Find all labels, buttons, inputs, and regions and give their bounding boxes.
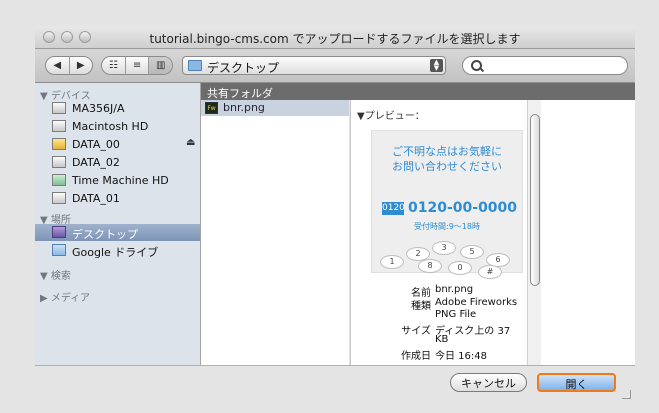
title-bar: tutorial.bingo-cms.com でアップロードするファイルを選択し… (35, 26, 635, 49)
sidebar-section-search[interactable]: ▼ 検索 (40, 267, 71, 282)
banner-text-line2: お問い合わせください (392, 160, 502, 173)
meta-key: 種類 (411, 301, 431, 312)
meta-key: サイズ (401, 326, 431, 337)
forward-arrow-icon: ▶ (76, 60, 85, 71)
banner-phone: 0120 0120-00-0000 (376, 200, 518, 217)
keypad-key: # (478, 265, 502, 279)
back-forward-control: ◀ ▶ (45, 56, 93, 75)
grid-icon: ☷ (108, 60, 118, 71)
search-field[interactable] (462, 56, 628, 75)
banner-phone-number: 0120-00-0000 (408, 200, 518, 216)
folder-icon (52, 244, 66, 256)
forward-button[interactable]: ▶ (70, 57, 93, 74)
sidebar-item-desktop[interactable]: デスクトップ (35, 224, 200, 241)
list-icon: ≡ (132, 60, 142, 71)
folder-icon (188, 60, 202, 71)
window-title: tutorial.bingo-cms.com でアップロードするファイルを選択し… (149, 32, 521, 46)
cancel-button[interactable]: キャンセル (450, 373, 527, 392)
sidebar-item-ma356j[interactable]: MA356J/A (35, 100, 200, 117)
browser-empty-area (541, 100, 635, 365)
sidebar: ▼ デバイス MA356J/A Macintosh HD DATA_00 ⏏ D… (35, 83, 201, 365)
resize-grip-icon[interactable] (622, 390, 631, 399)
sidebar-item-label: デスクトップ (72, 228, 138, 241)
preview-pane: ▼プレビュー： ご不明な点はお気軽に お問い合わせください 0120 0120-… (350, 100, 541, 365)
open-button[interactable]: 開く (537, 373, 616, 392)
search-icon (471, 60, 482, 71)
scrollbar-thumb[interactable] (530, 114, 540, 286)
drive-icon (52, 192, 66, 204)
file-open-dialog: tutorial.bingo-cms.com でアップロードするファイルを選択し… (0, 0, 659, 413)
icon-view-button[interactable]: ☷ (102, 57, 126, 74)
keypad-key: 1 (380, 255, 404, 269)
sidebar-item-data-00[interactable]: DATA_00 ⏏ (35, 136, 200, 153)
sidebar-item-time-machine-hd[interactable]: Time Machine HD (35, 172, 200, 189)
sidebar-item-label: Google ドライブ (72, 246, 159, 259)
file-column (201, 83, 349, 365)
preview-scrollbar[interactable] (527, 100, 541, 365)
file-name: bnr.png (223, 101, 265, 114)
sidebar-section-media[interactable]: ▶ メディア (40, 289, 90, 304)
preview-toggle[interactable]: ▼プレビュー： (357, 107, 425, 122)
sidebar-item-data-02[interactable]: DATA_02 (35, 154, 200, 171)
column-view-button[interactable]: ▥ (149, 57, 172, 74)
location-label: デスクトップ (207, 61, 280, 75)
drive-icon (52, 120, 66, 132)
freedial-icon: 0120 (382, 202, 405, 215)
keypad-illustration: 1 2 3 5 6 8 0 # (378, 239, 514, 279)
location-popup[interactable]: デスクトップ ▲ ▼ (182, 56, 446, 75)
toolbar: ◀ ▶ ☷ ≡ ▥ デスクトップ ▲ ▼ (35, 49, 635, 83)
keypad-key: 0 (448, 261, 472, 275)
drive-icon (52, 156, 66, 168)
meta-value: 今日 16:48 (435, 351, 487, 362)
sidebar-item-label: DATA_00 (72, 138, 120, 151)
meta-value: KB (435, 334, 449, 345)
banner-hours: 受付時間:9〜18時 (414, 222, 480, 231)
sidebar-item-label: Macintosh HD (72, 120, 149, 133)
view-mode-control: ☷ ≡ ▥ (101, 56, 173, 75)
dialog-footer: キャンセル 開く (35, 365, 635, 403)
column-header: 共有フォルダ (201, 83, 635, 100)
back-button[interactable]: ◀ (46, 57, 70, 74)
drive-icon (52, 102, 66, 114)
back-arrow-icon: ◀ (53, 60, 62, 71)
keypad-key: 8 (418, 259, 442, 273)
file-row-bnr-png[interactable]: Fw bnr.png (201, 100, 349, 116)
meta-value: Adobe Fireworks (435, 297, 518, 308)
sidebar-item-macintosh-hd[interactable]: Macintosh HD (35, 118, 200, 135)
meta-value: bnr.png (435, 284, 474, 295)
drive-icon (52, 138, 66, 150)
fireworks-file-icon: Fw (205, 102, 218, 114)
column-header-label: 共有フォルダ (207, 87, 273, 100)
list-view-button[interactable]: ≡ (126, 57, 150, 74)
sidebar-item-label: MA356J/A (72, 102, 125, 115)
popup-arrows-icon: ▲ ▼ (430, 59, 443, 72)
meta-value: PNG File (435, 309, 477, 320)
desktop-folder-icon (52, 226, 66, 238)
eject-icon[interactable]: ⏏ (186, 137, 195, 148)
meta-key: 作成日 (401, 351, 431, 362)
sidebar-item-label: DATA_01 (72, 192, 120, 205)
sidebar-item-google-drive[interactable]: Google ドライブ (35, 242, 200, 259)
timemachine-drive-icon (52, 174, 66, 186)
columns-icon: ▥ (155, 60, 166, 71)
banner-text-line1: ご不明な点はお気軽に (392, 145, 502, 158)
keypad-key: 3 (432, 241, 456, 255)
keypad-key: 5 (460, 245, 484, 259)
preview-thumbnail: ご不明な点はお気軽に お問い合わせください 0120 0120-00-0000 … (371, 130, 523, 279)
sidebar-item-data-01[interactable]: DATA_01 (35, 190, 200, 207)
sidebar-item-label: DATA_02 (72, 156, 120, 169)
sidebar-item-label: Time Machine HD (72, 174, 169, 187)
